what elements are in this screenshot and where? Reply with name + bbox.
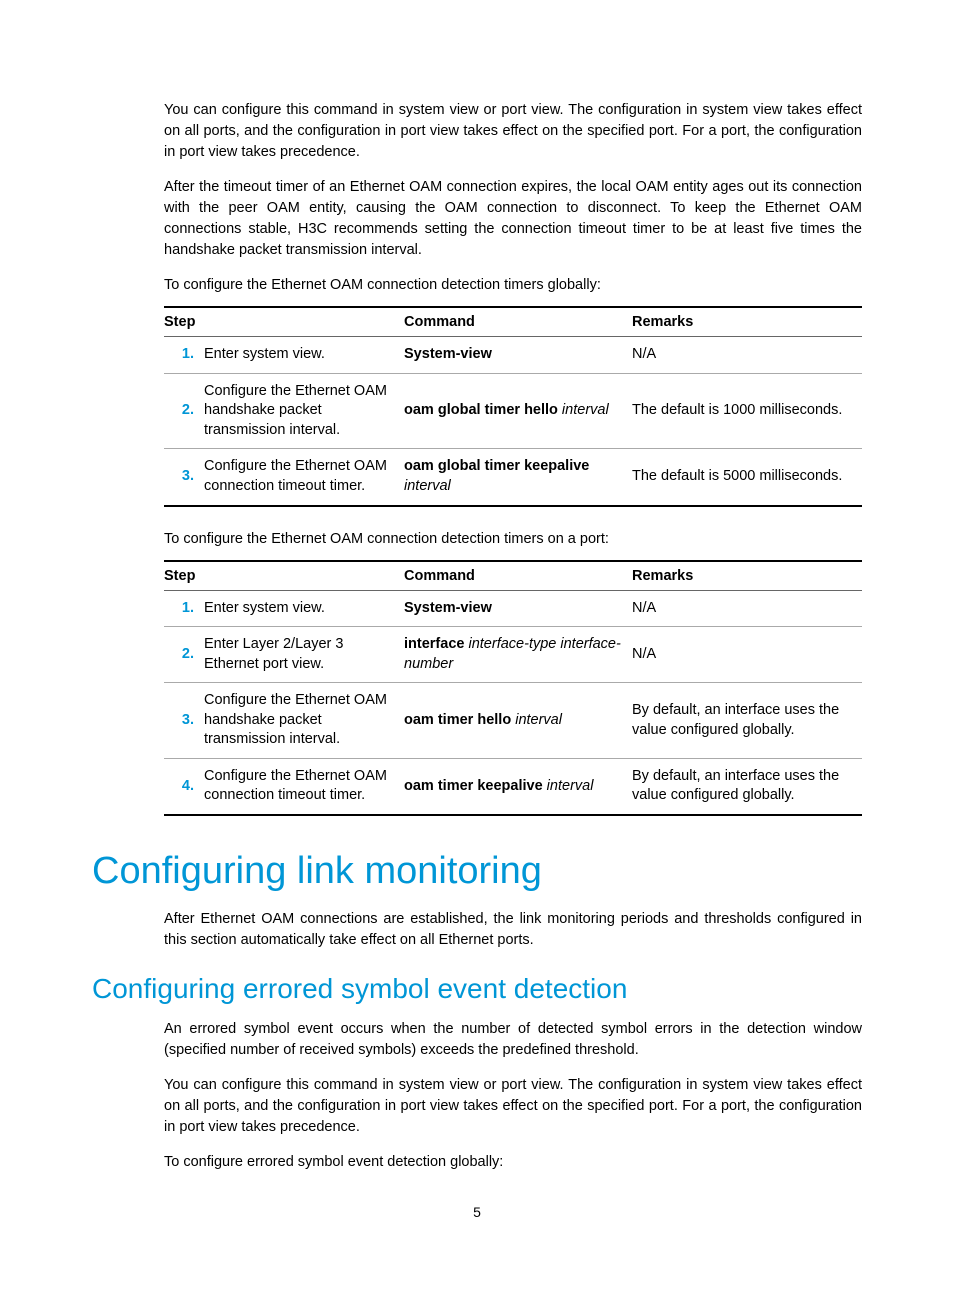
paragraph: After Ethernet OAM connections are estab… <box>164 909 862 951</box>
step-command: oam global timer keepalive interval <box>404 449 632 506</box>
cmd-ital: interval <box>404 478 451 494</box>
step-desc: Configure the Ethernet OAM handshake pac… <box>204 683 404 759</box>
table-row: 2. Configure the Ethernet OAM handshake … <box>164 373 862 449</box>
page-number: 5 <box>0 1204 954 1220</box>
th-command: Command <box>404 561 632 591</box>
paragraph: An errored symbol event occurs when the … <box>164 1019 862 1061</box>
step-desc: Configure the Ethernet OAM handshake pac… <box>204 373 404 449</box>
step-remarks: N/A <box>632 590 862 627</box>
lead-text: To configure the Ethernet OAM connection… <box>164 275 862 296</box>
cmd-ital: interval <box>543 778 594 794</box>
cmd-bold: oam global timer hello <box>404 402 558 418</box>
step-remarks: N/A <box>632 627 862 683</box>
th-remarks: Remarks <box>632 307 862 337</box>
step-number: 4. <box>164 758 204 815</box>
step-number: 3. <box>164 449 204 506</box>
th-remarks: Remarks <box>632 561 862 591</box>
th-command: Command <box>404 307 632 337</box>
step-number: 3. <box>164 683 204 759</box>
step-command: System-view <box>404 590 632 627</box>
step-command: oam timer hello interval <box>404 683 632 759</box>
content-block-3: An errored symbol event occurs when the … <box>164 1019 862 1173</box>
step-command: interface interface-type interface-numbe… <box>404 627 632 683</box>
lead-text: To configure the Ethernet OAM connection… <box>164 529 862 550</box>
step-number: 1. <box>164 337 204 374</box>
step-command: System-view <box>404 337 632 374</box>
heading-1: Configuring link monitoring <box>92 850 862 893</box>
cmd-bold: oam timer hello <box>404 712 511 728</box>
step-remarks: The default is 1000 milliseconds. <box>632 373 862 449</box>
steps-table-global: Step Command Remarks 1. Enter system vie… <box>164 306 862 506</box>
step-remarks: By default, an interface uses the value … <box>632 683 862 759</box>
th-step: Step <box>164 307 404 337</box>
step-remarks: By default, an interface uses the value … <box>632 758 862 815</box>
content-block-1: You can configure this command in system… <box>164 100 862 816</box>
table-row: 1. Enter system view. System-view N/A <box>164 590 862 627</box>
page: You can configure this command in system… <box>0 0 954 1296</box>
table-row: 3. Configure the Ethernet OAM connection… <box>164 449 862 506</box>
paragraph: After the timeout timer of an Ethernet O… <box>164 177 862 261</box>
th-step: Step <box>164 561 404 591</box>
step-desc: Enter system view. <box>204 590 404 627</box>
cmd-bold: oam global timer keepalive <box>404 458 589 474</box>
cmd-bold: oam timer keepalive <box>404 778 543 794</box>
lead-text: To configure errored symbol event detect… <box>164 1152 862 1173</box>
heading-2: Configuring errored symbol event detecti… <box>92 973 862 1005</box>
cmd-ital: interval <box>511 712 562 728</box>
cmd-bold: interface <box>404 636 464 652</box>
step-number: 1. <box>164 590 204 627</box>
step-desc: Enter Layer 2/Layer 3 Ethernet port view… <box>204 627 404 683</box>
cmd-bold: System-view <box>404 346 492 362</box>
step-command: oam global timer hello interval <box>404 373 632 449</box>
step-number: 2. <box>164 627 204 683</box>
step-desc: Configure the Ethernet OAM connection ti… <box>204 758 404 815</box>
step-desc: Enter system view. <box>204 337 404 374</box>
table-row: 2. Enter Layer 2/Layer 3 Ethernet port v… <box>164 627 862 683</box>
table-row: 4. Configure the Ethernet OAM connection… <box>164 758 862 815</box>
step-number: 2. <box>164 373 204 449</box>
cmd-bold: System-view <box>404 600 492 616</box>
paragraph: You can configure this command in system… <box>164 1075 862 1138</box>
step-remarks: N/A <box>632 337 862 374</box>
table-row: 3. Configure the Ethernet OAM handshake … <box>164 683 862 759</box>
step-command: oam timer keepalive interval <box>404 758 632 815</box>
content-block-2: After Ethernet OAM connections are estab… <box>164 909 862 951</box>
table-row: 1. Enter system view. System-view N/A <box>164 337 862 374</box>
paragraph: You can configure this command in system… <box>164 100 862 163</box>
cmd-ital: interval <box>558 402 609 418</box>
steps-table-port: Step Command Remarks 1. Enter system vie… <box>164 560 862 817</box>
step-remarks: The default is 5000 milliseconds. <box>632 449 862 506</box>
step-desc: Configure the Ethernet OAM connection ti… <box>204 449 404 506</box>
